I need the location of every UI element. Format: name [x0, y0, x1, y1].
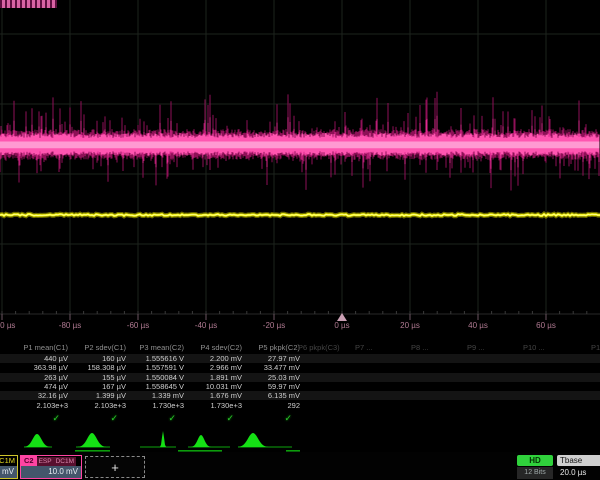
- measurement-cell: 2.966 mV: [186, 363, 242, 372]
- measurement-cell: 27.97 mV: [244, 354, 300, 363]
- measurement-cell: 1.339 mV: [128, 391, 184, 400]
- measurement-table: P1 mean(C1)P2 sdev(C1)P3 mean(C2)P4 sdev…: [0, 342, 600, 430]
- measurement-cell: 2.200 mV: [186, 354, 242, 363]
- measurement-header-unused[interactable]: P6 pkpk(C3): [298, 343, 353, 353]
- measurement-header-unused[interactable]: P9 ...: [467, 343, 522, 353]
- measurement-row: 32.16 µV1.399 µV1.339 mV1.676 mV6.135 mV: [0, 391, 600, 400]
- measurement-cell: 1.555616 V: [128, 354, 184, 363]
- measurement-cell: 59.97 mV: [244, 382, 300, 391]
- measurement-row: 474 µV167 µV1.558645 V10.031 mV59.97 mV: [0, 382, 600, 391]
- measurement-cell: 292: [244, 401, 300, 410]
- measurement-cell: 474 µV: [12, 382, 68, 391]
- time-axis-tick-label: -80 µs: [46, 321, 94, 330]
- add-trace-button[interactable]: +: [85, 456, 145, 478]
- status-bar: C1 DC1M 500 mV C2ESPDC1M 10.0 mV + HD 12…: [0, 452, 600, 480]
- trigger-position-marker[interactable]: [337, 313, 347, 321]
- measurement-cell: 158.308 µV: [70, 363, 126, 372]
- measurement-cell: 1.550084 V: [128, 373, 184, 382]
- measurement-cell: 25.03 mV: [244, 373, 300, 382]
- time-axis-tick-label: 60 µs: [522, 321, 570, 330]
- time-axis-tick-label: 40 µs: [454, 321, 502, 330]
- parameter-histicons: [0, 430, 600, 454]
- timebase-descriptor[interactable]: Tbase 20.0 µs: [557, 455, 600, 479]
- measurement-cell: 1.730e+3: [186, 401, 242, 410]
- measurement-cell: 33.477 mV: [244, 363, 300, 372]
- timebase-label: Tbase: [557, 455, 600, 466]
- measurement-header-unused[interactable]: P8 ...: [411, 343, 466, 353]
- waveform-display: [0, 0, 600, 342]
- measurement-header-unused[interactable]: P7 ...: [355, 343, 410, 353]
- measurement-row: 363.98 µV158.308 µV1.557591 V2.966 mV33.…: [0, 363, 600, 372]
- measurement-cell: 155 µV: [70, 373, 126, 382]
- c1-header: C1 DC1M: [0, 456, 17, 466]
- bit-resolution-label: 12 Bits: [517, 467, 553, 479]
- measurement-cell: 160 µV: [70, 354, 126, 363]
- measurement-cell: 1.891 mV: [186, 373, 242, 382]
- measurement-header[interactable]: P3 mean(C2): [128, 343, 184, 353]
- status-check-icon: ✓: [12, 412, 60, 424]
- measurement-header[interactable]: P2 sdev(C1): [70, 343, 126, 353]
- measurement-cell: 1.399 µV: [70, 391, 126, 400]
- c1-volts-per-div: 500 mV: [0, 466, 17, 478]
- measurement-cell: 10.031 mV: [186, 382, 242, 391]
- c1-label: C1 DC1M: [0, 456, 15, 465]
- channel-c1-descriptor[interactable]: C1 DC1M 500 mV: [0, 455, 18, 479]
- measurement-cell: 363.98 µV: [12, 363, 68, 372]
- measurement-cell: 6.135 mV: [244, 391, 300, 400]
- measurement-row: 263 µV155 µV1.550084 V1.891 mV25.03 mV: [0, 373, 600, 382]
- measurement-cell: 1.676 mV: [186, 391, 242, 400]
- measurement-header[interactable]: P1 mean(C1): [12, 343, 68, 353]
- status-check-icon: ✓: [128, 412, 176, 424]
- measurement-header[interactable]: P5 pkpk(C2): [244, 343, 300, 353]
- measurement-cell: 263 µV: [12, 373, 68, 382]
- measurement-cell: 2.103e+3: [12, 401, 68, 410]
- measurement-cell: 167 µV: [70, 382, 126, 391]
- measurement-row: 440 µV160 µV1.555616 V2.200 mV27.97 mV: [0, 354, 600, 363]
- status-check-icon: ✓: [186, 412, 234, 424]
- time-axis-tick-label: 0 µs: [318, 321, 366, 330]
- status-check-icon: ✓: [70, 412, 118, 424]
- c2-label: C2: [21, 456, 37, 466]
- time-axis-tick-label: -60 µs: [114, 321, 162, 330]
- measurement-cell: 1.558645 V: [128, 382, 184, 391]
- plus-icon: +: [111, 460, 119, 475]
- c2-esp-badge: ESP: [37, 457, 54, 466]
- status-check-icon: ✓: [244, 412, 292, 424]
- hd-mode-badge[interactable]: HD: [517, 455, 553, 466]
- measurement-header-unused[interactable]: P10 ...: [523, 343, 578, 353]
- measurement-cell: 440 µV: [12, 354, 68, 363]
- c2-header: C2ESPDC1M: [21, 456, 81, 466]
- measurement-row: 2.103e+32.103e+31.730e+31.730e+3292: [0, 401, 600, 410]
- channel-c2-descriptor[interactable]: C2ESPDC1M 10.0 mV: [20, 455, 82, 479]
- time-axis-tick-label: -100 µs: [0, 321, 26, 330]
- c2-coupling-badge: DC1M: [54, 457, 76, 466]
- oscilloscope-screen: -100 µs -80 µs -60 µs -40 µs -20 µs 0 µs 20 µs…: [0, 0, 600, 480]
- measurement-cell: 1.557591 V: [128, 363, 184, 372]
- c2-volts-per-div: 10.0 mV: [21, 466, 81, 478]
- measurement-header-unused[interactable]: P11: [591, 343, 600, 353]
- timebase-value: 20.0 µs: [557, 466, 600, 478]
- measurement-cell: 1.730e+3: [128, 401, 184, 410]
- measurement-header[interactable]: P4 sdev(C2): [186, 343, 242, 353]
- cropped-pink-label: [0, 0, 57, 8]
- measurement-cell: 2.103e+3: [70, 401, 126, 410]
- time-axis-tick-label: 20 µs: [386, 321, 434, 330]
- time-axis-tick-label: -20 µs: [250, 321, 298, 330]
- measurement-cell: 32.16 µV: [12, 391, 68, 400]
- time-axis-tick-label: -40 µs: [182, 321, 230, 330]
